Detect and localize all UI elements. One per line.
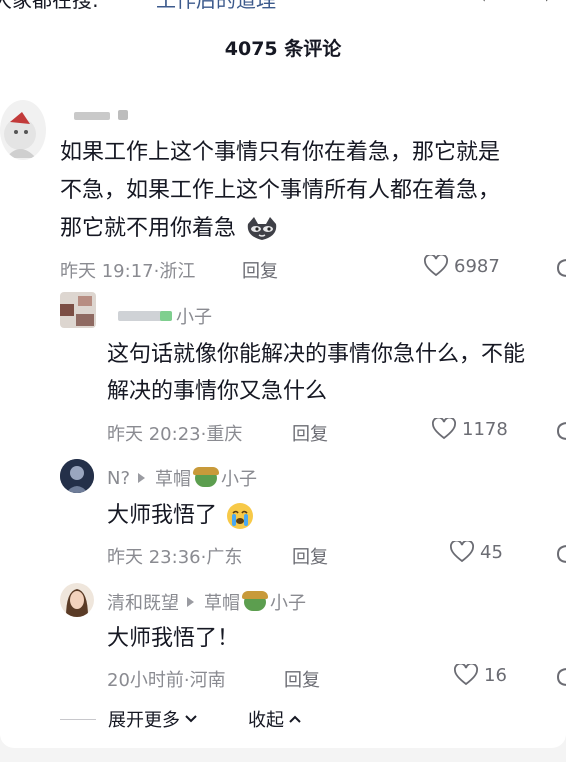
reply-username[interactable]: 小子 (118, 303, 212, 329)
search-hint-link[interactable]: 工作后的道理 (156, 0, 276, 13)
reply-text-line: 这句话就像你能解决的事情你急什么，不能 (107, 342, 526, 367)
reply-text-line: 解决的事情你又急什么 (107, 379, 328, 404)
reply-button[interactable]: 回复 (292, 420, 328, 446)
like-count: 45 (480, 541, 503, 563)
frog-emoji-icon (193, 467, 220, 487)
expand-more-button[interactable]: 展开更多 (108, 706, 198, 732)
reply-button[interactable]: 回复 (242, 257, 278, 283)
heart-icon (424, 255, 448, 277)
chevron-down-icon (185, 715, 197, 723)
comment-text-line: 那它就不用你着急 (60, 210, 279, 248)
username: 清和既望 (107, 593, 179, 614)
like-count: 16 (484, 664, 507, 686)
avatar[interactable] (0, 100, 46, 160)
username-suffix: 小子 (176, 307, 212, 328)
reply-location: 重庆 (206, 424, 243, 445)
reply-username[interactable]: N? 草帽 小子 (107, 465, 257, 491)
reply-target-suffix: 小子 (221, 469, 258, 490)
collapse-button[interactable]: 收起 (248, 706, 302, 732)
like-button[interactable]: 1178 (432, 418, 508, 440)
comment-panel: 大家都在搜: 工作后的道理 ‹ › 4075 条评论 如果工作上这个事情只有你在… (0, 0, 566, 748)
collapse-label: 收起 (248, 710, 284, 731)
frog-emoji-icon (242, 591, 268, 611)
divider-line (60, 718, 96, 720)
comment-meta: 昨天 19:17·浙江 (60, 261, 196, 282)
reply-text-line: 大师我悟了！ (107, 626, 240, 651)
comment-count-title: 4075 条评论 (224, 38, 342, 60)
reply-target-name: 草帽 (155, 469, 192, 490)
reply-meta: 昨天 20:23·重庆 (107, 424, 243, 445)
heart-icon (454, 664, 478, 686)
username-blurred (118, 311, 172, 321)
chevron-up-icon (289, 715, 301, 723)
like-count: 6987 (454, 255, 500, 277)
like-count: 1178 (462, 418, 508, 440)
reply-location: 河南 (189, 670, 226, 691)
reply-time: 昨天 20:23 (107, 424, 201, 445)
comment-location: 浙江 (159, 261, 196, 282)
reply-meta: 20小时前·河南 (107, 670, 226, 691)
dislike-icon[interactable] (554, 257, 566, 279)
chevron-right-icon[interactable]: › (544, 0, 553, 9)
reply-target-suffix: 小子 (270, 593, 306, 614)
comment-text-line: 如果工作上这个事情只有你在着急，那它就是 (60, 140, 501, 165)
like-button[interactable]: 45 (450, 541, 503, 563)
reply-arrow-icon (187, 597, 194, 607)
search-hint-bar[interactable]: 大家都在搜: 工作后的道理 ‹ › (0, 0, 566, 14)
dislike-icon[interactable] (554, 666, 566, 688)
reply-time: 昨天 23:36 (107, 547, 201, 568)
heart-icon (450, 541, 474, 563)
like-button[interactable]: 6987 (424, 255, 500, 277)
heart-icon (432, 418, 456, 440)
reply-controls: 展开更多 收起 (60, 706, 302, 732)
reply-text-line: 大师我悟了 (107, 497, 254, 535)
reply-time: 20小时前 (107, 670, 184, 691)
cat-emoji-icon (245, 216, 279, 242)
dislike-icon[interactable] (554, 543, 566, 565)
chevron-left-icon[interactable]: ‹ (478, 0, 487, 9)
dislike-icon[interactable] (554, 420, 566, 442)
avatar[interactable] (60, 583, 94, 617)
reply-location: 广东 (206, 547, 243, 568)
crying-emoji-icon (226, 502, 254, 530)
reply-meta: 昨天 23:36·广东 (107, 547, 243, 568)
expand-more-label: 展开更多 (108, 710, 180, 731)
comment-time: 昨天 19:17 (60, 261, 154, 282)
reply-username[interactable]: 清和既望 草帽 小子 (107, 589, 306, 615)
like-button[interactable]: 16 (454, 664, 507, 686)
reply-text-content: 大师我悟了 (107, 503, 218, 528)
reply-button[interactable]: 回复 (284, 666, 320, 692)
avatar[interactable] (60, 459, 94, 493)
reply-button[interactable]: 回复 (292, 543, 328, 569)
username: N? (107, 467, 131, 489)
comment-text-content: 那它就不用你着急 (60, 216, 237, 241)
avatar[interactable] (60, 292, 96, 328)
comment-text-line: 不急，如果工作上这个事情所有人都在着急， (60, 178, 501, 203)
reply-arrow-icon (138, 473, 146, 483)
search-hint-prefix: 大家都在搜: (0, 0, 99, 12)
reply-target-name: 草帽 (204, 593, 240, 614)
